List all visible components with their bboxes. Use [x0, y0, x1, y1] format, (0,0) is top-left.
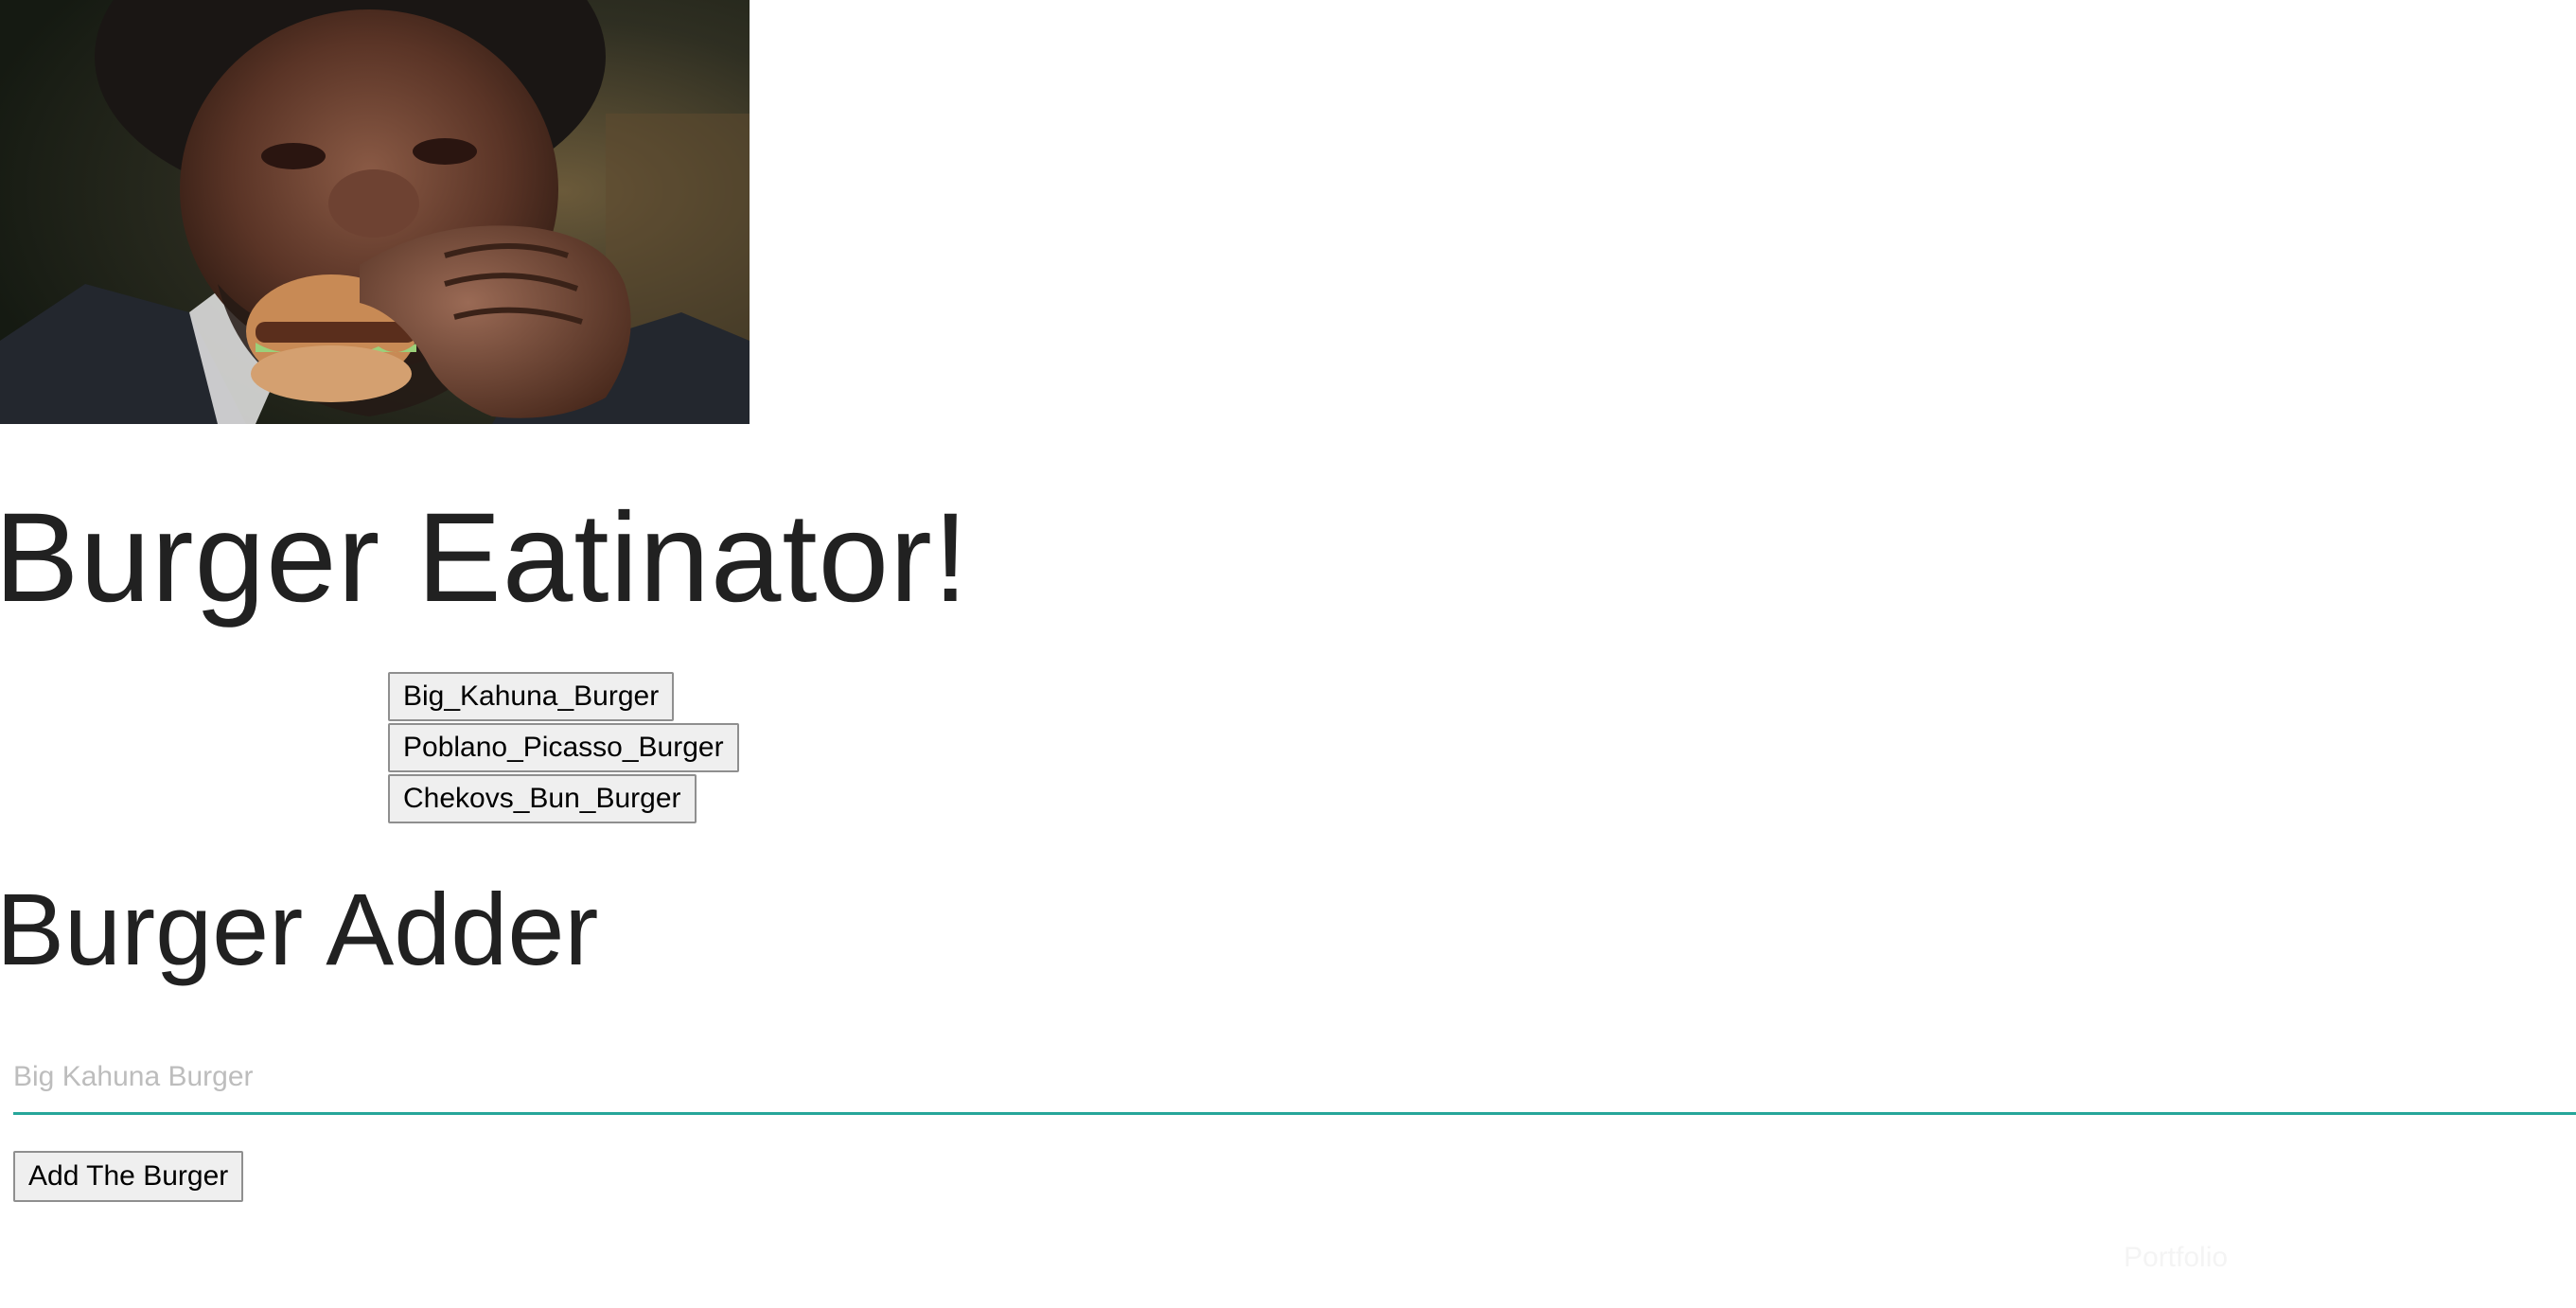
page: Burger Eatinator! Big_Kahuna_Burger Pobl… — [0, 0, 2576, 1308]
devour-button-big-kahuna-burger[interactable]: Big_Kahuna_Burger — [388, 672, 675, 721]
burger-adder-heading: Burger Adder — [0, 872, 599, 986]
devour-button-chekovs-bun-burger[interactable]: Chekovs_Bun_Burger — [388, 774, 697, 823]
add-burger-button[interactable]: Add The Burger — [13, 1151, 244, 1202]
burger-name-input[interactable] — [13, 1041, 2576, 1115]
burger-list: Big_Kahuna_Burger Poblano_Picasso_Burger… — [388, 672, 739, 825]
hero-image — [0, 0, 750, 424]
devour-button-poblano-picasso-burger[interactable]: Poblano_Picasso_Burger — [388, 723, 739, 772]
page-title: Burger Eatinator! — [0, 487, 969, 628]
portfolio-link[interactable]: Portfolio — [2124, 1242, 2228, 1274]
